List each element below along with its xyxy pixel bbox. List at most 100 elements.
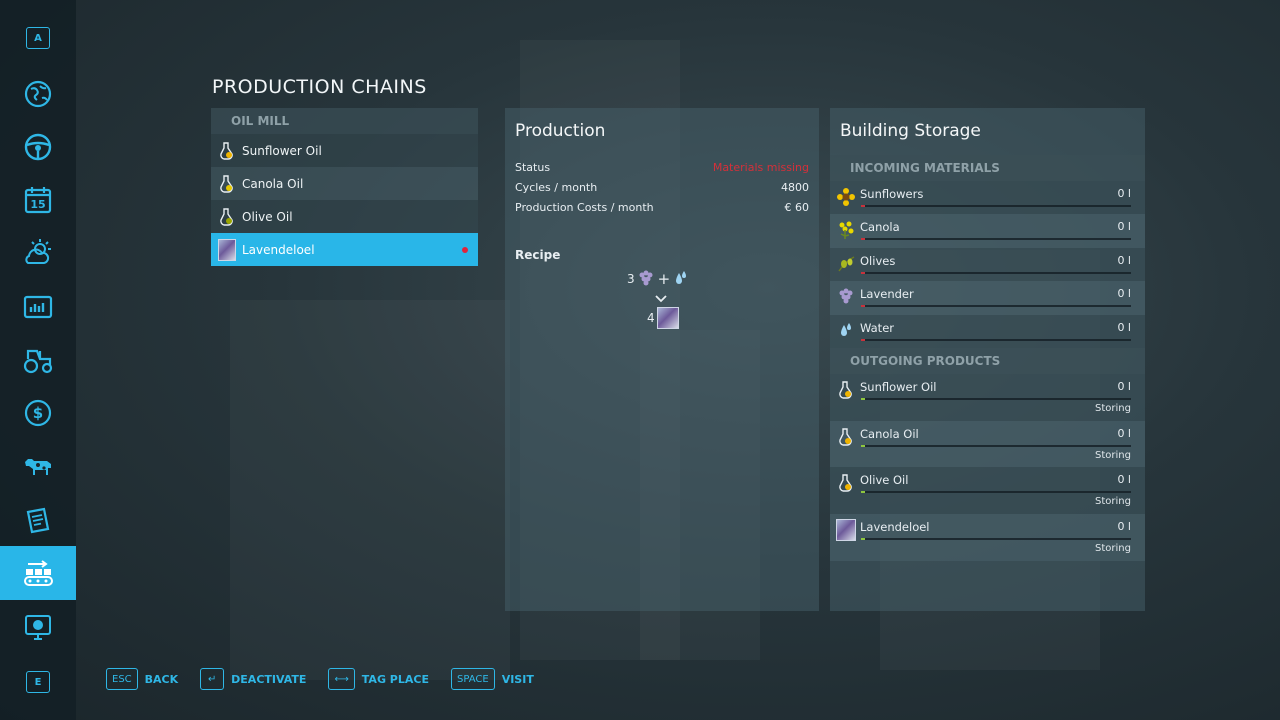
- sidebar-key-a[interactable]: A: [0, 13, 76, 63]
- lavender-oil-icon: [836, 519, 856, 542]
- storage-item-state: Storing: [1095, 449, 1131, 461]
- fill-level-bar: [861, 538, 1131, 541]
- sidebar-item-statistics[interactable]: [0, 282, 76, 332]
- storage-item-name: Olive Oil: [860, 473, 909, 488]
- sidebar-item-vehicles[interactable]: [0, 122, 76, 172]
- fill-level-bar: [861, 238, 1131, 241]
- status-label: Status: [515, 161, 551, 174]
- storage-row-olive-oil: Olive Oil 0 l Storing: [830, 467, 1145, 515]
- footer-actions: ESC BACK ↵ DEACTIVATE ⟷ TAG PLACE SPACE …: [106, 668, 556, 690]
- contracts-icon: [26, 507, 50, 534]
- lavender-icon: [636, 269, 656, 289]
- cycles-label: Cycles / month: [515, 181, 598, 194]
- cycles-value: 4800: [781, 181, 809, 194]
- storage-row-sunflowers: Sunflowers 0 l: [830, 181, 1145, 215]
- space-key-hint: SPACE: [450, 668, 495, 690]
- storage-item-name: Lavender: [860, 287, 914, 302]
- animals-icon: [25, 459, 51, 475]
- fill-level-bar: [861, 305, 1131, 308]
- costs-label: Production Costs / month: [515, 201, 654, 214]
- sidebar-item-contracts[interactable]: [0, 495, 76, 545]
- cycles-row: Cycles / month 4800: [515, 181, 809, 194]
- sidebar-item-animals[interactable]: [0, 441, 76, 491]
- calendar-icon: 15: [24, 187, 52, 214]
- storage-item-name: Sunflowers: [860, 187, 924, 201]
- fill-level-bar: [861, 398, 1131, 400]
- sidebar-item-finances[interactable]: $: [0, 388, 76, 438]
- chain-item-olive-oil[interactable]: Olive Oil: [211, 200, 478, 233]
- deactivate-label: DEACTIVATE: [231, 672, 307, 686]
- storage-item-name: Canola Oil: [860, 426, 919, 441]
- key-a-hint: A: [26, 27, 50, 49]
- back-button[interactable]: ESC BACK: [106, 668, 178, 690]
- storage-item-state: Storing: [1095, 543, 1131, 555]
- storage-item-name: Sunflower Oil: [860, 380, 937, 394]
- chain-group-header: OIL MILL: [211, 108, 478, 134]
- fill-level-bar: [861, 444, 1131, 447]
- sidebar-item-production[interactable]: [0, 546, 76, 600]
- map-icon: [24, 80, 52, 108]
- warning-dot: [462, 246, 468, 253]
- recipe-inputs: 3 +: [627, 269, 688, 289]
- storage-row-canola: Canola 0 l: [830, 214, 1145, 248]
- chain-item-label: Olive Oil: [242, 209, 293, 224]
- sunflower-icon: [836, 187, 856, 207]
- storage-item-amount: 0 l: [1117, 426, 1131, 440]
- storage-row-water: Water 0 l: [830, 314, 1145, 348]
- oil-bottle-icon: [218, 141, 236, 161]
- calendar-day: 15: [30, 198, 45, 211]
- oil-bottle-icon: [836, 473, 856, 493]
- fill-level-bar: [861, 338, 1131, 341]
- sidebar-item-help[interactable]: [0, 602, 76, 652]
- production-panel: Production Status Materials missing Cycl…: [505, 108, 819, 611]
- storage-item-amount: 0 l: [1117, 320, 1131, 334]
- deactivate-button[interactable]: ↵ DEACTIVATE: [200, 668, 306, 690]
- steering-wheel-icon: [24, 133, 52, 161]
- recipe-outputs: 4: [647, 307, 688, 329]
- storage-row-sunflower-oil: Sunflower Oil 0 l Storing: [830, 374, 1145, 421]
- oil-bottle-icon: [218, 207, 236, 227]
- costs-value: € 60: [784, 201, 810, 214]
- chain-item-label: Canola Oil: [242, 176, 304, 191]
- chain-item-sunflower-oil[interactable]: Sunflower Oil: [211, 134, 478, 167]
- lavender-oil-icon: [218, 238, 236, 261]
- sidebar-item-calendar[interactable]: 15: [0, 175, 76, 225]
- chain-item-lavendeloel[interactable]: Lavendeloel: [211, 233, 478, 266]
- tab-key-hint: ⟷: [328, 668, 355, 690]
- chain-item-canola-oil[interactable]: Canola Oil: [211, 167, 478, 200]
- page-title: PRODUCTION CHAINS: [212, 76, 427, 98]
- back-label: BACK: [144, 672, 179, 686]
- storage-item-state: Storing: [1095, 403, 1131, 414]
- visit-button[interactable]: SPACE VISIT: [450, 668, 534, 690]
- storage-item-amount: 0 l: [1117, 220, 1131, 234]
- sidebar-key-e[interactable]: E: [0, 657, 76, 707]
- sidebar-item-map[interactable]: [0, 69, 76, 119]
- outgoing-products-header: OUTGOING PRODUCTS: [830, 348, 1145, 374]
- recipe-label: Recipe: [515, 248, 561, 262]
- production-icon: [24, 560, 53, 586]
- recipe-input-count: 3: [627, 272, 635, 286]
- storage-item-amount: 0 l: [1117, 380, 1131, 393]
- water-drop-icon: [836, 321, 856, 341]
- production-chains-list: OIL MILL Sunflower Oil Canola Oil Olive …: [211, 108, 478, 266]
- storage-item-amount: 0 l: [1117, 287, 1131, 301]
- storage-title: Building Storage: [840, 121, 981, 141]
- lavender-icon: [836, 287, 856, 307]
- enter-key-hint: ↵: [200, 668, 225, 690]
- canola-icon: [836, 220, 856, 240]
- key-e-hint: E: [26, 671, 50, 693]
- storage-item-amount: 0 l: [1117, 520, 1131, 534]
- tag-place-button[interactable]: ⟷ TAG PLACE: [328, 668, 429, 690]
- chevron-down-icon: [655, 293, 667, 303]
- sidebar-item-garage[interactable]: [0, 335, 76, 385]
- storage-item-name: Lavendeloel: [860, 520, 930, 535]
- esc-key-hint: ESC: [106, 668, 138, 690]
- storage-row-lavendeloel: Lavendeloel 0 l Storing: [830, 514, 1145, 561]
- sidebar-item-weather[interactable]: [0, 228, 76, 278]
- weather-icon: [25, 239, 51, 264]
- help-icon: [25, 615, 51, 640]
- tag-place-label: TAG PLACE: [361, 672, 429, 686]
- chain-item-label: Sunflower Oil: [242, 143, 322, 158]
- tractor-icon: [23, 349, 53, 374]
- chain-item-label: Lavendeloel: [242, 242, 315, 257]
